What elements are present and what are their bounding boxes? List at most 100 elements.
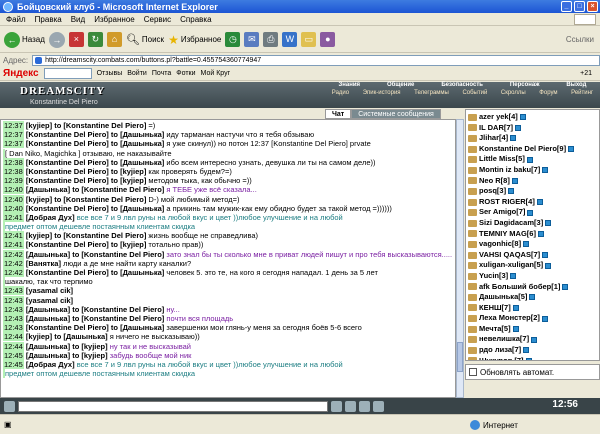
back-button[interactable]: ← Назад (4, 31, 45, 48)
user-name[interactable]: Леха Монстер[2] (479, 313, 540, 324)
user-name[interactable]: Sizi Dagidacam[3] (479, 218, 543, 229)
chat-nick[interactable]: [Konstantine Del Piero] (26, 268, 109, 277)
yandex-mycircle[interactable]: Мой Круг (201, 70, 231, 77)
info-icon[interactable] (523, 347, 530, 354)
chat-recipient[interactable]: to [kyjiep] (72, 342, 107, 351)
chat-recipient[interactable]: to [kyjiep] (111, 167, 146, 176)
info-icon[interactable] (511, 177, 518, 184)
home-icon[interactable]: ⌂ (106, 32, 122, 47)
info-icon[interactable] (515, 124, 522, 131)
subnav-scrolls[interactable]: Скроллы (501, 90, 526, 99)
yandex-reviews[interactable]: Отзывы (97, 70, 123, 77)
info-icon[interactable] (568, 146, 575, 153)
user-name[interactable]: Yucin[3] (479, 271, 508, 282)
chat-recipient[interactable]: to [Дашынька] (111, 268, 164, 277)
info-icon[interactable] (519, 114, 526, 121)
user-name[interactable]: Мечта[5] (479, 324, 511, 335)
info-icon[interactable] (542, 167, 549, 174)
user-list-item[interactable]: VAHSI QAQAS[7] (468, 250, 599, 261)
info-icon[interactable] (523, 241, 530, 248)
forward-button[interactable]: → (48, 31, 65, 48)
user-name[interactable]: Шукуров [7] (479, 356, 524, 360)
mail-icon[interactable]: ✉ (244, 32, 260, 47)
chat-nick[interactable]: [Дашынька] (26, 314, 70, 323)
close-button[interactable]: × (587, 1, 598, 12)
info-icon[interactable] (512, 326, 519, 333)
smiley-icon[interactable] (4, 400, 15, 412)
chat-recipient[interactable]: to [Дашынька] (54, 332, 107, 341)
info-icon[interactable] (545, 262, 552, 269)
user-list-item[interactable]: IL DAR[7] (468, 123, 599, 134)
user-name[interactable]: Neo R[8] (479, 176, 510, 187)
user-name[interactable]: невелишка[7] (479, 334, 529, 345)
user-name[interactable]: Ser Amigo[7] (479, 207, 525, 218)
search-button[interactable]: 🔍︎ Поиск (126, 33, 164, 46)
user-list-item[interactable]: Little Miss[5] (468, 154, 599, 165)
chat-nick[interactable]: [kyjiep] (26, 195, 52, 204)
chat-nick[interactable]: [Дашынька] (26, 351, 70, 360)
chat-log[interactable]: 12:37 [kyjiep] to [Konstantine Del Piero… (0, 119, 456, 398)
user-name[interactable]: VAHSI QAQAS[7] (479, 250, 540, 261)
chat-recipient[interactable]: to [kyjiep] (111, 240, 146, 249)
subnav-epic[interactable]: Эпик-история (363, 90, 401, 99)
menu-edit[interactable]: Правка (35, 15, 62, 24)
info-icon[interactable] (526, 156, 533, 163)
user-list-item[interactable]: КЕНШ[7] (468, 303, 599, 314)
user-list-item[interactable]: posq[3] (468, 186, 599, 197)
chat-nick[interactable]: [Konstantine Del Piero] (26, 130, 109, 139)
chat-nick[interactable]: [Konstantine Del Piero] (26, 139, 109, 148)
user-list-item[interactable]: Ser Amigo[7] (468, 207, 599, 218)
subnav-forum[interactable]: Форум (539, 90, 557, 99)
chat-nick[interactable]: [Добрая Дух] (26, 213, 75, 222)
yandex-logo[interactable]: Яндекс (3, 68, 39, 79)
minimize-button[interactable]: _ (561, 1, 572, 12)
print-icon[interactable]: ⎙ (263, 32, 279, 47)
chat-recipient[interactable]: to [Konstantine Del Piero] (54, 231, 146, 240)
info-icon[interactable] (545, 220, 552, 227)
chat-recipient[interactable]: to [Дашынька] (111, 323, 164, 332)
user-name[interactable]: Jlihar[4] (479, 133, 508, 144)
chat-nick[interactable]: [Дашынька] (26, 342, 70, 351)
info-icon[interactable] (527, 209, 534, 216)
user-name[interactable]: Konstantine Del Piero[9] (479, 144, 566, 155)
yandex-photos[interactable]: Фотки (176, 70, 195, 77)
user-list-item[interactable]: рдо лиза[7] (468, 345, 599, 356)
tab-chat[interactable]: Чат (325, 109, 352, 119)
chat-nick[interactable]: [yasamal cik] (26, 286, 73, 295)
user-list[interactable]: azer yek[4] IL DAR[7] Jlihar[4] Konstantine… (465, 109, 600, 361)
menu-favorites[interactable]: Избранное (94, 15, 135, 24)
info-icon[interactable] (531, 336, 538, 343)
refresh-icon[interactable]: ↻ (87, 32, 103, 47)
chat-recipient[interactable]: to [Konstantine Del Piero] (72, 250, 164, 259)
user-list-item[interactable]: Мечта[5] (468, 324, 599, 335)
chat-nick[interactable]: [Дашынька] (26, 185, 70, 194)
user-list-item[interactable]: Neo R[8] (468, 176, 599, 187)
info-icon[interactable] (512, 304, 519, 311)
send-icon[interactable] (331, 400, 342, 412)
chat-nick[interactable]: [Добрая Дух] (26, 360, 75, 369)
history-icon[interactable]: ◷ (225, 32, 241, 47)
address-input[interactable]: http://dreamscity.combats.com/buttons.pl… (32, 55, 600, 66)
chat-recipient[interactable]: to [Дашынька] (111, 158, 164, 167)
info-icon[interactable] (541, 315, 548, 322)
chat-recipient[interactable]: to [Konstantine Del Piero] (54, 195, 146, 204)
user-name[interactable]: afk Больший бобер[1] (479, 282, 560, 293)
chat-recipient[interactable]: to [kyjiep] (111, 176, 146, 185)
menu-file[interactable]: Файл (6, 15, 26, 24)
chat-recipient[interactable]: to [Дашынька] (111, 139, 164, 148)
auto-refresh[interactable]: Обновлять автомат. (465, 364, 600, 380)
user-name[interactable]: Little Miss[5] (479, 154, 525, 165)
chat-nick[interactable]: [Дашынька] (26, 305, 70, 314)
user-name[interactable]: xuligan-xuligan[5] (479, 260, 543, 271)
maximize-button[interactable]: □ (574, 1, 585, 12)
info-icon[interactable] (510, 273, 517, 280)
menu-tools[interactable]: Сервис (144, 15, 171, 24)
chat-recipient[interactable]: to [Konstantine Del Piero] (72, 314, 164, 323)
stop-icon[interactable]: × (68, 32, 84, 47)
folder-icon[interactable]: ▭ (301, 32, 317, 47)
user-list-item[interactable]: TEMNIY MAG[6] (468, 229, 599, 240)
user-list-item[interactable]: vagonhic[8] (468, 239, 599, 250)
user-list-item[interactable]: xuligan-xuligan[5] (468, 260, 599, 271)
info-icon[interactable] (508, 188, 515, 195)
tab-system-messages[interactable]: Системные сообщения (351, 109, 441, 119)
